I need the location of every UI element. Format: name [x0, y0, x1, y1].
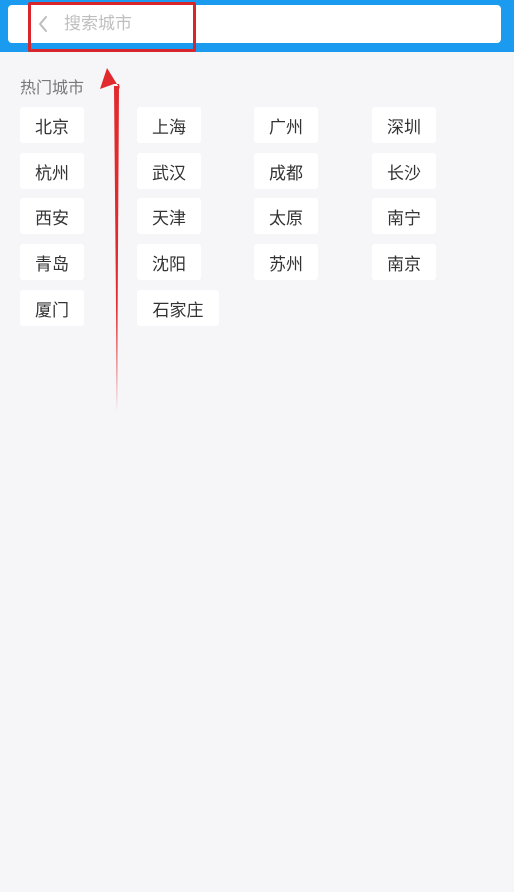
top-bar: [0, 0, 514, 52]
city-chip-taiyuan[interactable]: 太原: [254, 198, 318, 234]
city-chip-guangzhou[interactable]: 广州: [254, 107, 318, 143]
chevron-left-icon: [39, 16, 47, 32]
city-chip-shenyang[interactable]: 沈阳: [137, 244, 201, 280]
search-input[interactable]: [64, 11, 484, 37]
city-chip-xian[interactable]: 西安: [20, 198, 84, 234]
city-chip-tianjin[interactable]: 天津: [137, 198, 201, 234]
city-chip-suzhou[interactable]: 苏州: [254, 244, 318, 280]
city-chip-nanjing[interactable]: 南京: [372, 244, 436, 280]
city-chip-nanning[interactable]: 南宁: [372, 198, 436, 234]
city-chip-changsha[interactable]: 长沙: [372, 153, 436, 189]
back-button[interactable]: [30, 11, 56, 37]
city-chip-wuhan[interactable]: 武汉: [137, 153, 201, 189]
city-chip-hangzhou[interactable]: 杭州: [20, 153, 84, 189]
city-chip-beijing[interactable]: 北京: [20, 107, 84, 143]
hot-cities-title: 热门城市: [20, 78, 85, 97]
city-chip-chengdu[interactable]: 成都: [254, 153, 318, 189]
search-box[interactable]: [8, 5, 501, 43]
city-chip-shanghai[interactable]: 上海: [137, 107, 201, 143]
city-chip-shijiazhuang[interactable]: 石家庄: [137, 290, 219, 326]
city-chip-xiamen[interactable]: 厦门: [20, 290, 84, 326]
city-chip-shenzhen[interactable]: 深圳: [372, 107, 436, 143]
annotation-arrow-shaft: [114, 86, 119, 412]
city-chip-qingdao[interactable]: 青岛: [20, 244, 84, 280]
annotation-arrow-head: [100, 68, 120, 89]
